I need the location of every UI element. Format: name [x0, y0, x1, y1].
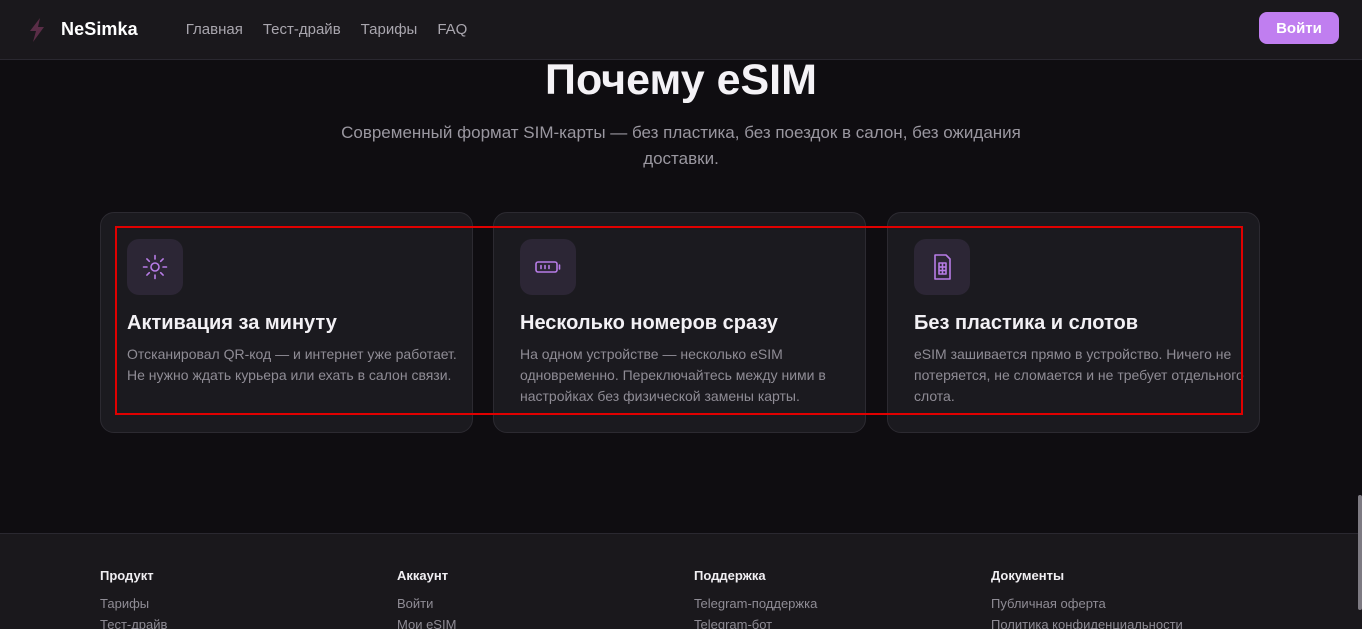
footer-link-privacy-policy[interactable]: Политика конфиденциальности — [991, 617, 1183, 629]
login-button[interactable]: Войти — [1259, 12, 1339, 44]
footer-heading: Поддержка — [694, 568, 766, 583]
lightning-bolt-icon — [30, 17, 44, 42]
brand-name: NeSimka — [61, 19, 138, 39]
footer-column-account: Аккаунт Войти Мои eSIM — [397, 568, 456, 629]
battery-icon — [535, 261, 561, 273]
nav-link-home[interactable]: Главная — [186, 20, 243, 40]
nav-link-faq[interactable]: FAQ — [437, 20, 467, 40]
section-title: Почему eSIM — [545, 56, 817, 104]
footer-link-my-esim[interactable]: Мои eSIM — [397, 617, 456, 629]
feature-description: На одном устройстве — несколько eSIM одн… — [520, 346, 826, 404]
site-footer: Продукт Тарифы Тест-драйв Аккаунт Войти … — [0, 533, 1362, 629]
sun-icon — [142, 254, 168, 280]
feature-card-no-plastic: Без пластика и слотов eSIM зашивается пр… — [887, 212, 1260, 433]
feature-title: Несколько номеров сразу — [520, 312, 778, 334]
feature-description: eSIM зашивается прямо в устройство. Ниче… — [914, 346, 1244, 404]
footer-link-login[interactable]: Войти — [397, 596, 456, 611]
nav-link-tariffs[interactable]: Тарифы — [361, 20, 418, 40]
page-scrollbar[interactable] — [1358, 495, 1362, 610]
feature-title: Активация за минуту — [127, 312, 337, 334]
feature-icon-box — [520, 239, 576, 295]
feature-icon-box — [914, 239, 970, 295]
feature-description: Отсканировал QR-код — и интернет уже раб… — [127, 346, 457, 383]
footer-link-test-drive[interactable]: Тест-драйв — [100, 617, 167, 629]
top-navbar: NeSimka Главная Тест-драйв Тарифы FAQ Во… — [0, 0, 1362, 60]
feature-card-multiple-numbers: Несколько номеров сразу На одном устройс… — [493, 212, 866, 433]
feature-card-activation: Активация за минуту Отсканировал QR-код … — [100, 212, 473, 433]
main-nav: Главная Тест-драйв Тарифы FAQ — [186, 20, 488, 40]
sim-card-icon — [934, 254, 951, 280]
feature-title: Без пластика и слотов — [914, 312, 1138, 334]
feature-icon-box — [127, 239, 183, 295]
footer-link-telegram-bot[interactable]: Telegram-бот — [694, 617, 817, 629]
footer-column-documents: Документы Публичная оферта Политика конф… — [991, 568, 1183, 629]
footer-heading: Продукт — [100, 568, 154, 583]
footer-column-product: Продукт Тарифы Тест-драйв — [100, 568, 167, 629]
nav-link-test-drive[interactable]: Тест-драйв — [263, 20, 341, 40]
brand-logo[interactable]: NeSimka — [28, 17, 138, 42]
footer-heading: Аккаунт — [397, 568, 449, 583]
footer-link-telegram-support[interactable]: Telegram-поддержка — [694, 596, 817, 611]
footer-link-public-offer[interactable]: Публичная оферта — [991, 596, 1183, 611]
footer-column-support: Поддержка Telegram-поддержка Telegram-бо… — [694, 568, 817, 629]
footer-link-tariffs[interactable]: Тарифы — [100, 596, 167, 611]
section-subtitle: Современный формат SIM-карты — без пласт… — [341, 123, 1021, 168]
footer-heading: Документы — [991, 568, 1065, 583]
